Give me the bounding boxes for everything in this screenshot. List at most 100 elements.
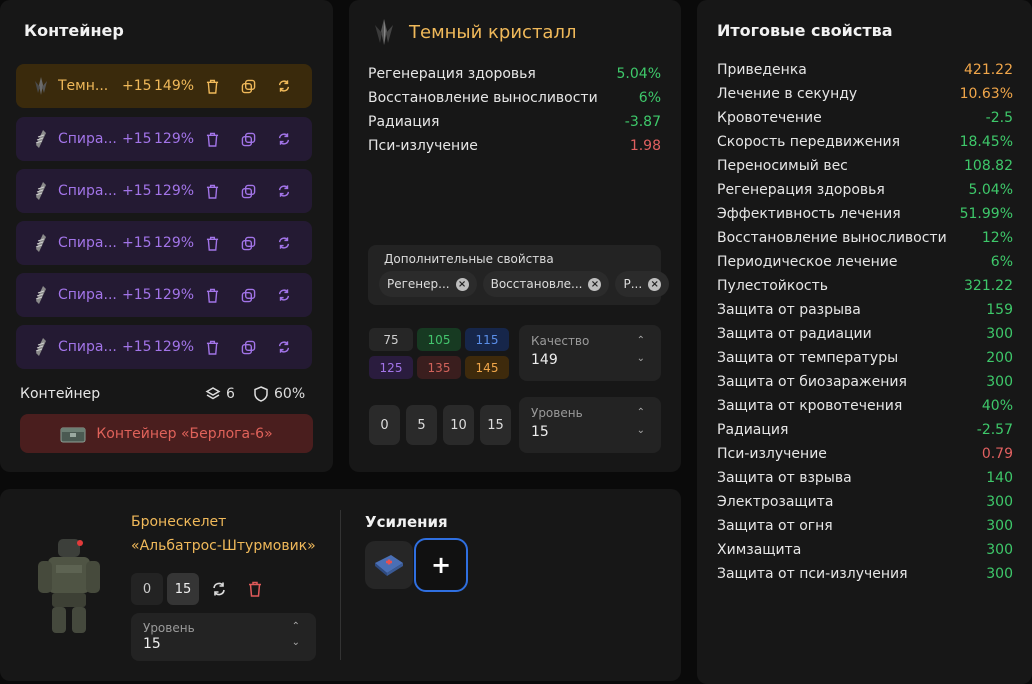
quality-tier-button[interactable]: 75 bbox=[369, 328, 413, 351]
armor-level-15-button[interactable]: 15 bbox=[167, 573, 199, 605]
quality-tier-button[interactable]: 145 bbox=[465, 356, 509, 379]
boost-slot-medkit[interactable] bbox=[365, 541, 413, 589]
armor-level-label: Уровень bbox=[143, 621, 195, 635]
copy-icon[interactable] bbox=[230, 79, 266, 94]
spiral-icon bbox=[30, 129, 52, 149]
quality-tier-button[interactable]: 105 bbox=[417, 328, 461, 351]
total-property-value: 12% bbox=[981, 230, 1013, 246]
container-item-row[interactable]: Темн... +15 149% bbox=[16, 64, 312, 108]
container-item-row[interactable]: Спира... +15 129% bbox=[16, 117, 312, 161]
add-boost-button[interactable]: + bbox=[414, 538, 468, 592]
item-percent: 149% bbox=[154, 78, 195, 94]
trash-icon[interactable] bbox=[194, 132, 230, 147]
quality-stepper[interactable]: Качество 149 ⌃ ⌄ bbox=[519, 325, 661, 381]
quality-label: Качество bbox=[531, 334, 590, 348]
total-property-value: -2.5 bbox=[985, 110, 1013, 126]
chevron-up-icon[interactable]: ⌃ bbox=[292, 621, 300, 632]
trash-icon[interactable] bbox=[248, 581, 262, 597]
extra-property-chip[interactable]: Р... × bbox=[615, 271, 670, 297]
quality-tier-button[interactable]: 115 bbox=[465, 328, 509, 351]
property-value: 5.04% bbox=[616, 66, 661, 82]
copy-icon[interactable] bbox=[230, 184, 266, 199]
item-name: Спира... bbox=[58, 287, 116, 303]
trash-icon[interactable] bbox=[194, 340, 230, 355]
trash-icon[interactable] bbox=[194, 79, 230, 94]
item-percent: 129% bbox=[154, 339, 195, 355]
item-level: +15 bbox=[122, 78, 152, 94]
armor-level-stepper[interactable]: Уровень 15 ⌃ ⌄ bbox=[131, 613, 316, 661]
container-item-row[interactable]: Спира... +15 129% bbox=[16, 169, 312, 213]
total-property-row: Регенерация здоровья 5.04% bbox=[717, 182, 1013, 202]
chevron-up-icon[interactable]: ⌃ bbox=[637, 407, 645, 418]
item-name: Темн... bbox=[58, 78, 109, 94]
trash-icon[interactable] bbox=[194, 288, 230, 303]
crystal-title: Темный кристалл bbox=[409, 22, 577, 43]
total-property-row: Защита от огня 300 bbox=[717, 518, 1013, 538]
chevron-down-icon[interactable]: ⌄ bbox=[637, 353, 645, 364]
total-property-name: Защита от кровотечения bbox=[717, 398, 903, 414]
total-property-name: Защита от пси-излучения bbox=[717, 566, 908, 582]
refresh-icon[interactable] bbox=[266, 184, 302, 198]
total-property-value: 421.22 bbox=[964, 62, 1013, 78]
chevron-down-icon[interactable]: ⌄ bbox=[292, 637, 300, 648]
level-preset-button[interactable]: 0 bbox=[369, 405, 400, 445]
crystal-level-stepper[interactable]: Уровень 15 ⌃ ⌄ bbox=[519, 397, 661, 453]
property-name: Регенерация здоровья bbox=[368, 66, 536, 82]
level-preset-button[interactable]: 5 bbox=[406, 405, 437, 445]
container-item-row[interactable]: Спира... +15 129% bbox=[16, 221, 312, 265]
refresh-icon[interactable] bbox=[266, 79, 302, 93]
protection-indicator: 60% bbox=[254, 386, 305, 402]
refresh-icon[interactable] bbox=[211, 581, 227, 597]
container-item-row[interactable]: Спира... +15 129% bbox=[16, 325, 312, 369]
item-name: Спира... bbox=[58, 131, 116, 147]
trash-icon[interactable] bbox=[194, 236, 230, 251]
container-select-button[interactable]: Контейнер «Берлога-6» bbox=[20, 414, 313, 453]
dark-crystal-icon bbox=[375, 19, 393, 45]
chevron-up-icon[interactable]: ⌃ bbox=[637, 335, 645, 346]
chevron-down-icon[interactable]: ⌄ bbox=[637, 425, 645, 436]
refresh-icon[interactable] bbox=[266, 288, 302, 302]
remove-chip-icon[interactable]: × bbox=[648, 277, 662, 291]
copy-icon[interactable] bbox=[230, 236, 266, 251]
refresh-icon[interactable] bbox=[266, 236, 302, 250]
total-property-row: Приведенка 421.22 bbox=[717, 62, 1013, 82]
quality-tier-button[interactable]: 135 bbox=[417, 356, 461, 379]
container-item-row[interactable]: Спира... +15 129% bbox=[16, 273, 312, 317]
armor-divider bbox=[340, 510, 341, 660]
quality-tier-button[interactable]: 125 bbox=[369, 356, 413, 379]
trash-icon[interactable] bbox=[194, 184, 230, 199]
armor-name-line1: Бронескелет bbox=[131, 514, 227, 530]
copy-icon[interactable] bbox=[230, 288, 266, 303]
total-property-row: Скорость передвижения 18.45% bbox=[717, 134, 1013, 154]
layers-icon bbox=[205, 387, 221, 400]
spiral-icon bbox=[30, 233, 52, 253]
remove-chip-icon[interactable]: × bbox=[588, 277, 602, 291]
refresh-icon[interactable] bbox=[266, 340, 302, 354]
item-level: +15 bbox=[122, 339, 152, 355]
level-label: Уровень bbox=[531, 406, 583, 420]
copy-icon[interactable] bbox=[230, 132, 266, 147]
level-preset-button[interactable]: 10 bbox=[443, 405, 474, 445]
property-value: -3.87 bbox=[624, 114, 661, 130]
level-preset-button[interactable]: 15 bbox=[480, 405, 511, 445]
property-name: Пси-излучение bbox=[368, 138, 478, 154]
item-percent: 129% bbox=[154, 287, 195, 303]
refresh-icon[interactable] bbox=[266, 132, 302, 146]
item-level: +15 bbox=[122, 235, 152, 251]
extra-property-chip[interactable]: Регенер... × bbox=[379, 271, 477, 297]
armor-level-0-button[interactable]: 0 bbox=[131, 573, 163, 605]
extra-property-chip[interactable]: Восстановле... × bbox=[482, 271, 610, 297]
total-property-name: Восстановление выносливости bbox=[717, 230, 947, 246]
total-property-row: Защита от разрыва 159 bbox=[717, 302, 1013, 322]
property-name: Восстановление выносливости bbox=[368, 90, 598, 106]
chip-label: Восстановле... bbox=[490, 277, 583, 291]
extra-properties-box: Дополнительные свойства Регенер... × Восст… bbox=[368, 245, 670, 305]
crystal-property-row: Пси-излучение 1.98 bbox=[368, 138, 661, 154]
total-property-name: Скорость передвижения bbox=[717, 134, 900, 150]
armor-level-value: 15 bbox=[143, 636, 161, 652]
remove-chip-icon[interactable]: × bbox=[455, 277, 469, 291]
boosts-title: Усиления bbox=[365, 513, 448, 531]
property-name: Радиация bbox=[368, 114, 440, 130]
copy-icon[interactable] bbox=[230, 340, 266, 355]
total-property-value: 321.22 bbox=[964, 278, 1013, 294]
